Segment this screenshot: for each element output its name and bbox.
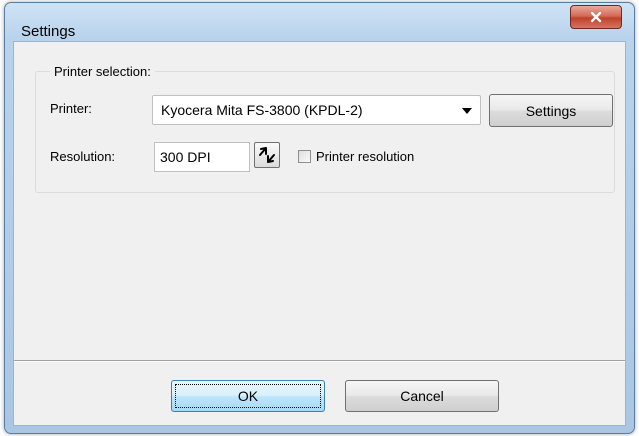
cancel-button-label: Cancel bbox=[400, 388, 444, 404]
close-icon bbox=[590, 11, 602, 23]
printer-label: Printer: bbox=[50, 101, 92, 116]
printer-resolution-checkbox[interactable] bbox=[298, 150, 311, 163]
cancel-button[interactable]: Cancel bbox=[345, 380, 499, 412]
resolution-value: 300 DPI bbox=[160, 149, 211, 165]
resolution-spinner-button[interactable] bbox=[254, 142, 280, 168]
resolution-label: Resolution: bbox=[50, 149, 116, 164]
focus-rect bbox=[175, 384, 321, 408]
chevron-down-icon bbox=[462, 108, 472, 114]
window-title: Settings bbox=[21, 23, 76, 40]
printer-dropdown-value: Kyocera Mita FS-3800 (KPDL-2) bbox=[161, 102, 363, 118]
printer-dropdown[interactable]: Kyocera Mita FS-3800 (KPDL-2) bbox=[152, 95, 481, 125]
dialog-body: Printer selection: Printer: Kyocera Mita… bbox=[13, 41, 626, 426]
printer-selection-group bbox=[35, 71, 615, 193]
settings-dialog: Settings Printer selection: Printer: Kyo… bbox=[4, 2, 635, 434]
printer-resolution-label[interactable]: Printer resolution bbox=[316, 149, 414, 164]
close-button[interactable] bbox=[570, 5, 622, 29]
group-legend: Printer selection: bbox=[50, 64, 155, 79]
settings-button-label: Settings bbox=[525, 102, 577, 119]
footer-divider-highlight bbox=[14, 361, 625, 362]
updown-spinner-icon bbox=[259, 147, 275, 163]
resolution-input[interactable]: 300 DPI bbox=[154, 142, 250, 172]
ok-button[interactable]: OK bbox=[171, 380, 325, 412]
settings-button[interactable]: Settings bbox=[489, 94, 613, 127]
title-bar[interactable]: Settings bbox=[5, 3, 634, 40]
